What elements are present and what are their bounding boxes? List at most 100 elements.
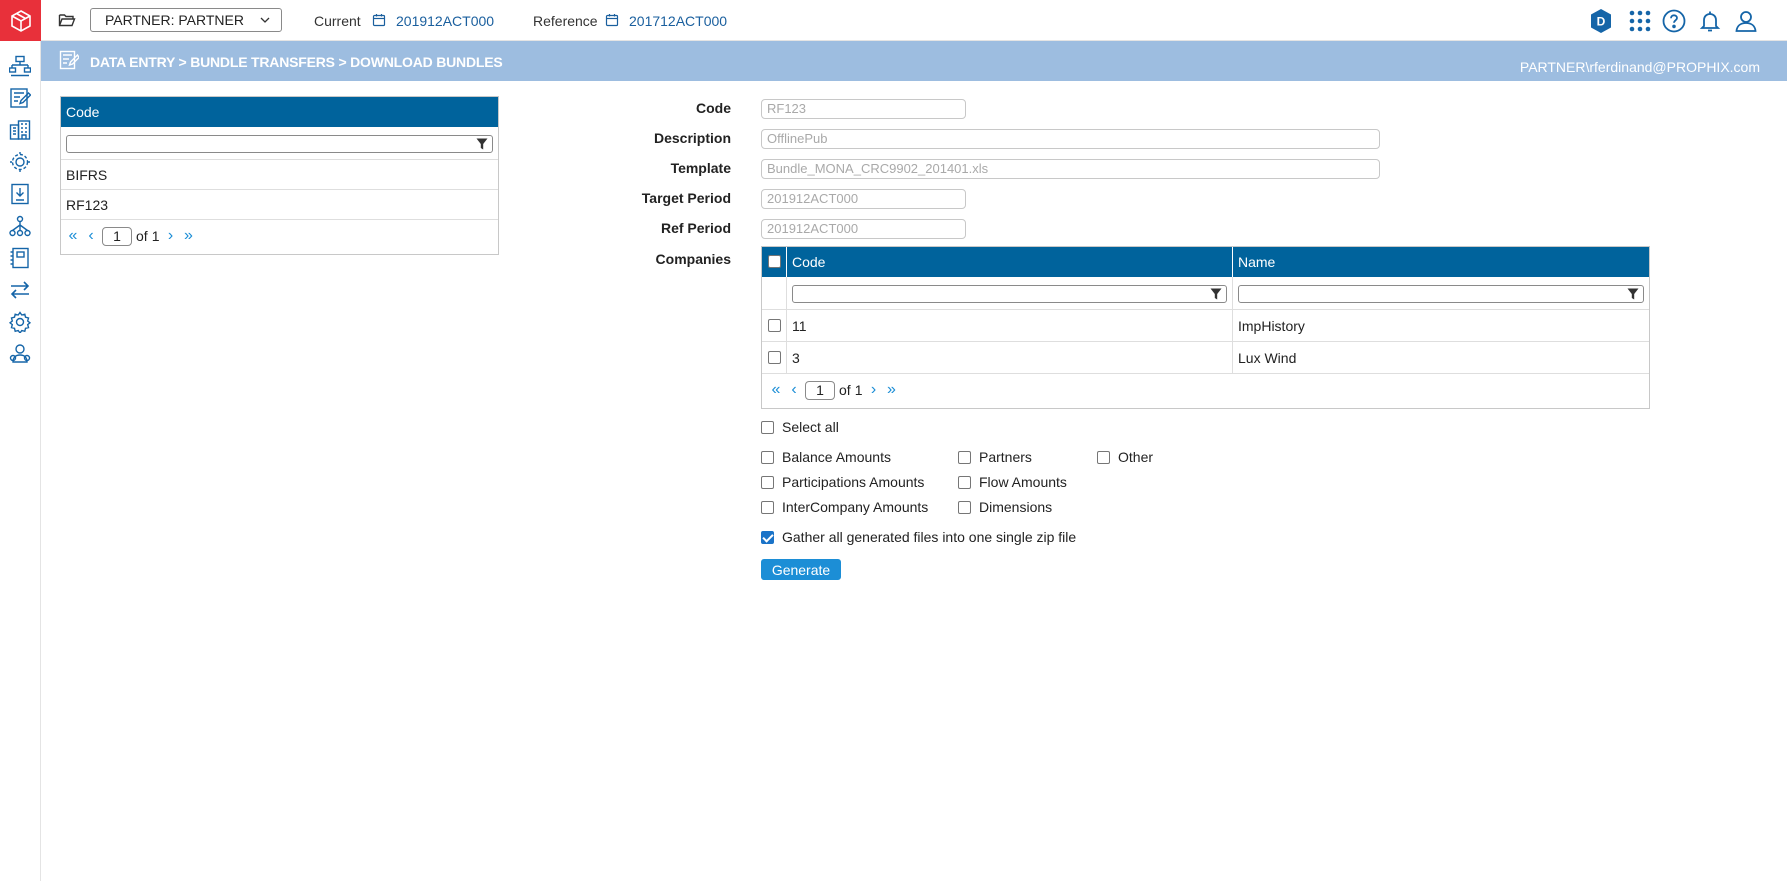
first-page-icon[interactable]: « (66, 227, 80, 245)
filter-icon[interactable] (1627, 288, 1639, 300)
current-period-value[interactable]: 201912ACT000 (396, 13, 494, 29)
filter-icon[interactable] (476, 138, 488, 150)
companies-grid: Code Name 11 ImpHistory 3 Lux Wind « ‹ 1… (761, 246, 1650, 409)
intercompany-amounts-option[interactable]: InterCompany Amounts (761, 499, 928, 515)
partners-option[interactable]: Partners (958, 449, 1032, 465)
template-field[interactable]: Bundle_MONA_CRC9902_201401.xls (761, 159, 1380, 179)
filter-row (61, 127, 498, 160)
other-checkbox[interactable] (1097, 450, 1110, 464)
select-all-checkbox[interactable] (761, 420, 774, 434)
select-all-option[interactable]: Select all (761, 419, 839, 435)
gather-zip-checkbox[interactable] (761, 530, 774, 544)
settings-gear-icon[interactable] (9, 311, 31, 333)
download-document-icon[interactable] (9, 183, 31, 205)
prev-page-icon[interactable]: ‹ (787, 381, 801, 399)
other-label: Other (1118, 449, 1154, 465)
participations-amounts-option[interactable]: Participations Amounts (761, 474, 924, 490)
last-page-icon[interactable]: » (884, 381, 898, 399)
flow-amounts-option[interactable]: Flow Amounts (958, 474, 1067, 490)
chevron-down-icon (260, 17, 270, 23)
template-label: Template (670, 160, 731, 176)
table-row[interactable]: 3 Lux Wind (762, 342, 1649, 374)
intercompany-amounts-label: InterCompany Amounts (782, 499, 929, 515)
description-field[interactable]: OfflinePub (761, 129, 1380, 149)
next-page-icon[interactable]: › (866, 381, 880, 399)
page-header: DATA ENTRY > BUNDLE TRANSFERS > DOWNLOAD… (41, 41, 1787, 81)
ref-period-label: Ref Period (660, 220, 731, 236)
partners-label: Partners (979, 449, 1032, 465)
reference-period-value[interactable]: 201712ACT000 (629, 13, 727, 29)
balance-amounts-option[interactable]: Balance Amounts (761, 449, 891, 465)
data-entry-icon[interactable] (9, 87, 31, 109)
current-period-label: Current (314, 13, 361, 29)
code-filter-input[interactable] (66, 135, 493, 153)
pager-total: 1 (151, 228, 160, 244)
user-profile-icon[interactable] (1733, 8, 1759, 34)
row-checkbox[interactable] (768, 350, 781, 364)
intercompany-amounts-checkbox[interactable] (761, 500, 774, 514)
dimensions-option[interactable]: Dimensions (958, 499, 1052, 515)
gear-network-icon[interactable] (9, 151, 31, 173)
page-input[interactable]: 1 (805, 380, 835, 400)
entity-select[interactable]: PARTNER: PARTNER (90, 8, 282, 32)
partners-checkbox[interactable] (958, 450, 971, 464)
left-navigation (0, 41, 41, 881)
last-page-icon[interactable]: » (181, 227, 195, 245)
dimensions-checkbox[interactable] (958, 500, 971, 514)
participations-amounts-checkbox[interactable] (761, 475, 774, 489)
row-checkbox[interactable] (768, 318, 781, 332)
d-badge-icon[interactable]: D (1588, 8, 1614, 34)
code-field[interactable]: RF123 (761, 99, 966, 119)
app-logo[interactable] (0, 0, 41, 41)
target-period-field[interactable]: 201912ACT000 (761, 189, 966, 209)
other-option[interactable]: Other (1097, 449, 1153, 465)
prev-page-icon[interactable]: ‹ (84, 227, 98, 245)
header-checkbox-cell (762, 247, 787, 277)
page-input[interactable]: 1 (102, 226, 132, 246)
code-filter-input[interactable] (792, 285, 1227, 303)
companies-filter-row (762, 277, 1649, 310)
generate-button[interactable]: Generate (761, 559, 841, 580)
user-identity: PARTNER\rferdinand@PROPHIX.com (1519, 59, 1760, 75)
target-period-label: Target Period (641, 190, 731, 206)
help-icon[interactable] (1661, 8, 1687, 34)
org-tree-icon[interactable] (9, 215, 31, 237)
users-group-icon[interactable] (9, 343, 31, 365)
table-row[interactable]: BIFRS (61, 160, 498, 190)
bell-icon[interactable] (1697, 8, 1723, 34)
table-row[interactable]: RF123 (61, 190, 498, 220)
folder-open-icon[interactable] (58, 11, 76, 29)
gather-zip-option[interactable]: Gather all generated files into one sing… (761, 529, 1076, 545)
journal-icon[interactable] (9, 247, 31, 269)
column-header-name[interactable]: Name (1233, 247, 1649, 277)
column-header-code[interactable]: Code (61, 97, 498, 127)
select-all-companies-checkbox[interactable] (768, 255, 781, 268)
calendar-icon[interactable] (605, 13, 619, 27)
flow-amounts-checkbox[interactable] (958, 475, 971, 489)
code-label: Code (696, 100, 731, 116)
balance-amounts-label: Balance Amounts (782, 449, 891, 465)
hierarchy-icon[interactable] (9, 55, 31, 77)
pager-of-label: of (136, 228, 148, 244)
table-row[interactable]: 11 ImpHistory (762, 310, 1649, 342)
buildings-icon[interactable] (9, 119, 31, 141)
transfer-arrows-icon[interactable] (9, 279, 31, 301)
entity-select-value: PARTNER: PARTNER (105, 12, 244, 28)
name-filter-cell (1233, 277, 1649, 309)
apps-grid-icon[interactable] (1627, 8, 1653, 34)
filter-icon[interactable] (1210, 288, 1222, 300)
data-entry-icon (59, 50, 79, 70)
reference-period-label: Reference (533, 13, 598, 29)
company-name: ImpHistory (1238, 317, 1305, 334)
column-header-code[interactable]: Code (787, 247, 1233, 277)
balance-amounts-checkbox[interactable] (761, 450, 774, 464)
pager: « ‹ 1 of 1 › » (61, 220, 498, 252)
calendar-icon[interactable] (372, 13, 386, 27)
name-filter-input[interactable] (1238, 285, 1644, 303)
company-code: 11 (787, 310, 1233, 341)
next-page-icon[interactable]: › (163, 227, 177, 245)
dimensions-label: Dimensions (979, 499, 1053, 515)
pager-total: 1 (854, 382, 863, 398)
first-page-icon[interactable]: « (769, 381, 783, 399)
ref-period-field[interactable]: 201912ACT000 (761, 219, 966, 239)
